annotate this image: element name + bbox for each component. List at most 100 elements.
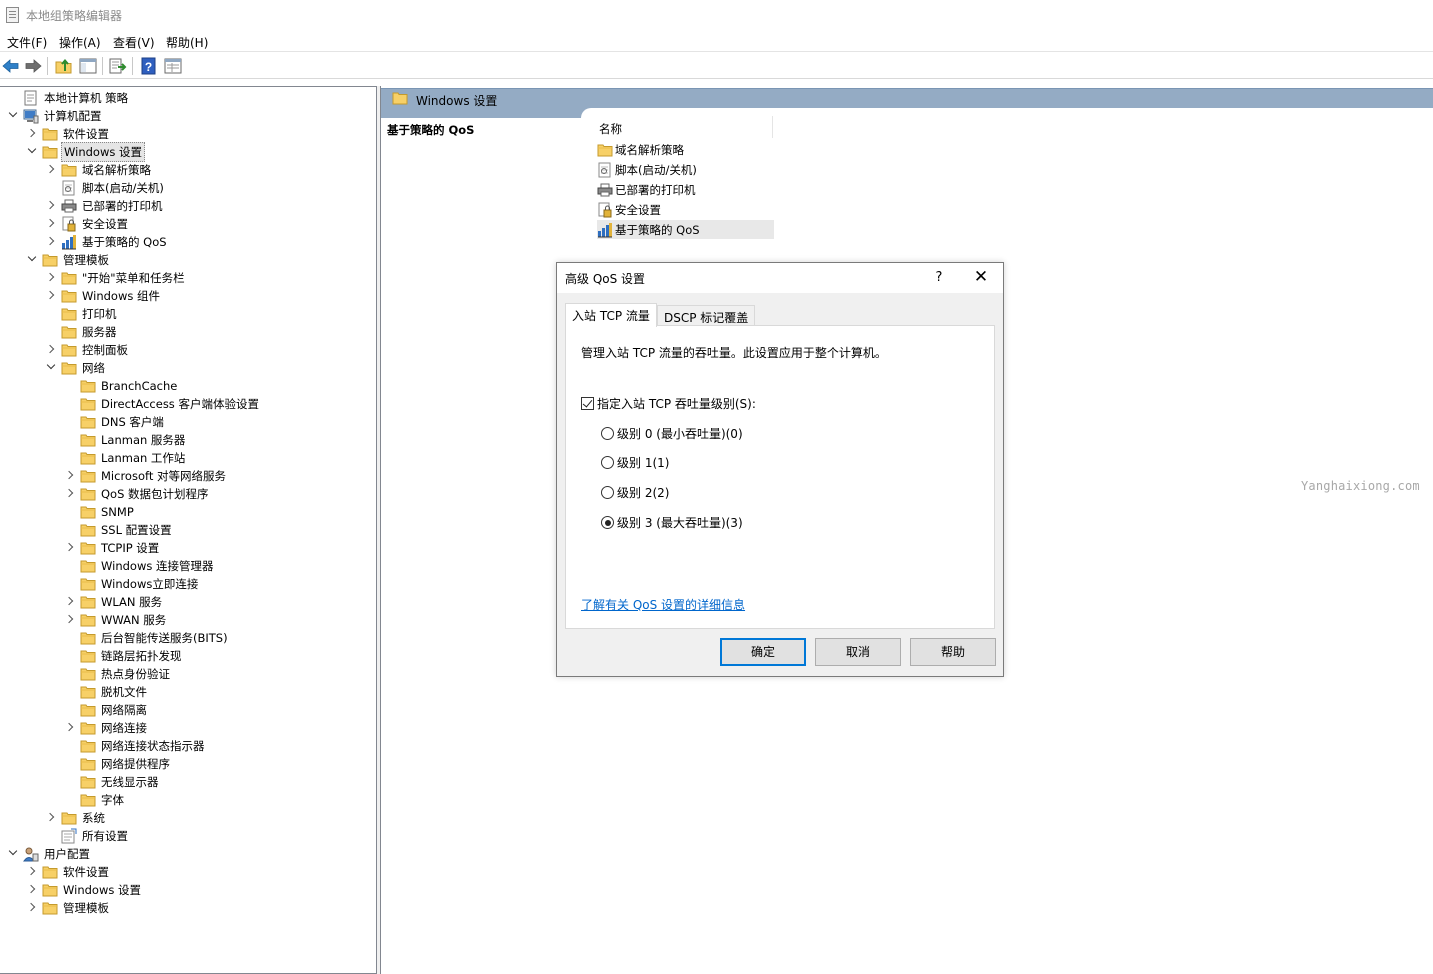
tree-node[interactable]: 网络连接: [62, 719, 149, 737]
menu-help[interactable]: 帮助(H): [166, 34, 208, 51]
radio-label[interactable]: 级别 3 (最大吞吐量)(3): [617, 514, 743, 531]
tree-node-label[interactable]: Microsoft 对等网络服务: [99, 467, 228, 485]
tree-node[interactable]: 打印机: [43, 305, 119, 323]
tree-node-label[interactable]: 网络连接状态指示器: [99, 737, 207, 755]
tab-dscp-override[interactable]: DSCP 标记覆盖: [657, 305, 756, 327]
list-item[interactable]: 基于策略的 QoS: [597, 220, 774, 239]
column-separator[interactable]: [772, 116, 773, 138]
forward-icon[interactable]: [23, 56, 43, 76]
tree-node[interactable]: 链路层拓扑发现: [62, 647, 184, 665]
chevron-right-icon[interactable]: [62, 719, 80, 737]
chevron-right-icon[interactable]: [43, 215, 61, 233]
list-item[interactable]: 已部署的打印机: [597, 180, 774, 199]
tree-node[interactable]: QoS 数据包计划程序: [62, 485, 211, 503]
tree-node[interactable]: SSL 配置设置: [62, 521, 174, 539]
tree-node[interactable]: "开始"菜单和任务栏: [43, 269, 187, 287]
tree-node-label[interactable]: 热点身份验证: [99, 665, 172, 683]
tree-node[interactable]: Windows 设置: [24, 142, 145, 162]
chevron-down-icon[interactable]: [24, 143, 42, 161]
chevron-right-icon[interactable]: [62, 593, 80, 611]
radio-button[interactable]: [601, 486, 614, 499]
tree-node-label[interactable]: Windows 连接管理器: [99, 557, 216, 575]
show-hide-tree-icon[interactable]: [78, 56, 98, 76]
tree-node-label[interactable]: WLAN 服务: [99, 593, 164, 611]
radio-button[interactable]: [601, 456, 614, 469]
tree-node-label[interactable]: SNMP: [99, 504, 136, 520]
chevron-right-icon[interactable]: [62, 485, 80, 503]
tree-node[interactable]: SNMP: [62, 503, 136, 521]
tree-node-label[interactable]: 已部署的打印机: [80, 197, 165, 215]
tree-node[interactable]: 管理模板: [24, 251, 111, 269]
tree-node-label[interactable]: 软件设置: [61, 125, 111, 143]
tree-node-label[interactable]: WWAN 服务: [99, 611, 168, 629]
tree-node-label[interactable]: 管理模板: [61, 899, 111, 917]
tree-node-label[interactable]: Lanman 工作站: [99, 449, 187, 467]
radio-level-1[interactable]: 级别 1(1): [601, 454, 669, 471]
chevron-right-icon[interactable]: [62, 539, 80, 557]
chevron-right-icon[interactable]: [62, 611, 80, 629]
tree-node[interactable]: 控制面板: [43, 341, 130, 359]
tree-node-label[interactable]: DNS 客户端: [99, 413, 166, 431]
tree-node-label[interactable]: Lanman 服务器: [99, 431, 187, 449]
tree-node-label[interactable]: QoS 数据包计划程序: [99, 485, 211, 503]
tree-node[interactable]: Lanman 服务器: [62, 431, 187, 449]
chevron-right-icon[interactable]: [24, 863, 42, 881]
tree-node[interactable]: DirectAccess 客户端体验设置: [62, 395, 261, 413]
tree-node-label[interactable]: 用户配置: [42, 845, 92, 863]
tree-node[interactable]: 软件设置: [24, 863, 111, 881]
tree-node-label[interactable]: 网络: [80, 359, 107, 377]
radio-label[interactable]: 级别 2(2): [617, 484, 669, 501]
up-folder-icon[interactable]: [54, 56, 74, 76]
tree-node-label[interactable]: 域名解析策略: [80, 161, 153, 179]
chevron-right-icon[interactable]: [43, 269, 61, 287]
radio-level-2[interactable]: 级别 2(2): [601, 484, 669, 501]
tree-node[interactable]: 系统: [43, 809, 107, 827]
throughput-level-checkbox[interactable]: 指定入站 TCP 吞吐量级别(S):: [581, 395, 756, 412]
tree-node-label[interactable]: 无线显示器: [99, 773, 161, 791]
dialog-help-icon[interactable]: ?: [929, 268, 949, 288]
tree-node[interactable]: Windows 连接管理器: [62, 557, 216, 575]
tree-node-label[interactable]: BranchCache: [99, 378, 179, 394]
tree-node[interactable]: 软件设置: [24, 125, 111, 143]
tree-node-label[interactable]: 字体: [99, 791, 126, 809]
tree-node[interactable]: 字体: [62, 791, 126, 809]
menu-file[interactable]: 文件(F): [7, 34, 47, 51]
radio-label[interactable]: 级别 0 (最小吞吐量)(0): [617, 425, 743, 442]
chevron-down-icon[interactable]: [43, 359, 61, 377]
list-item-label[interactable]: 已部署的打印机: [615, 182, 696, 198]
help-icon[interactable]: ?: [139, 56, 159, 76]
tree-node-label[interactable]: TCPIP 设置: [99, 539, 161, 557]
tab-inbound-tcp[interactable]: 入站 TCP 流量: [565, 303, 657, 327]
tree-node-label[interactable]: 管理模板: [61, 251, 111, 269]
chevron-right-icon[interactable]: [43, 287, 61, 305]
chevron-right-icon[interactable]: [43, 197, 61, 215]
tree-node[interactable]: BranchCache: [62, 377, 179, 395]
tree-node-label[interactable]: 脚本(启动/关机): [80, 179, 166, 197]
tree-node[interactable]: 网络提供程序: [62, 755, 172, 773]
list-item[interactable]: 域名解析策略: [597, 140, 774, 159]
tree-node[interactable]: 网络连接状态指示器: [62, 737, 207, 755]
list-item[interactable]: 脚本(启动/关机): [597, 160, 774, 179]
tree-node[interactable]: 脱机文件: [62, 683, 149, 701]
back-icon[interactable]: [1, 56, 21, 76]
tree-node-label[interactable]: 软件设置: [61, 863, 111, 881]
export-list-icon[interactable]: [108, 56, 128, 76]
tree-node[interactable]: 计算机配置: [5, 107, 104, 125]
tree-node-label[interactable]: 脱机文件: [99, 683, 149, 701]
chevron-right-icon[interactable]: [43, 233, 61, 251]
chevron-right-icon[interactable]: [43, 161, 61, 179]
tree-node-label[interactable]: 网络提供程序: [99, 755, 172, 773]
checkbox-box[interactable]: [581, 397, 594, 410]
menu-view[interactable]: 查看(V): [113, 34, 155, 51]
menu-action[interactable]: 操作(A): [59, 34, 101, 51]
tree-node[interactable]: 网络隔离: [62, 701, 149, 719]
tree-node-label[interactable]: 控制面板: [80, 341, 130, 359]
tree-node-label[interactable]: DirectAccess 客户端体验设置: [99, 395, 261, 413]
tree-node-label[interactable]: Windows 组件: [80, 287, 162, 305]
tree-node-label[interactable]: 网络连接: [99, 719, 149, 737]
tree-node-label[interactable]: Windows 设置: [61, 881, 143, 899]
tree-node[interactable]: TCPIP 设置: [62, 539, 161, 557]
list-item-label[interactable]: 安全设置: [615, 202, 661, 218]
tree-node[interactable]: DNS 客户端: [62, 413, 166, 431]
tree-node-label[interactable]: 系统: [80, 809, 107, 827]
